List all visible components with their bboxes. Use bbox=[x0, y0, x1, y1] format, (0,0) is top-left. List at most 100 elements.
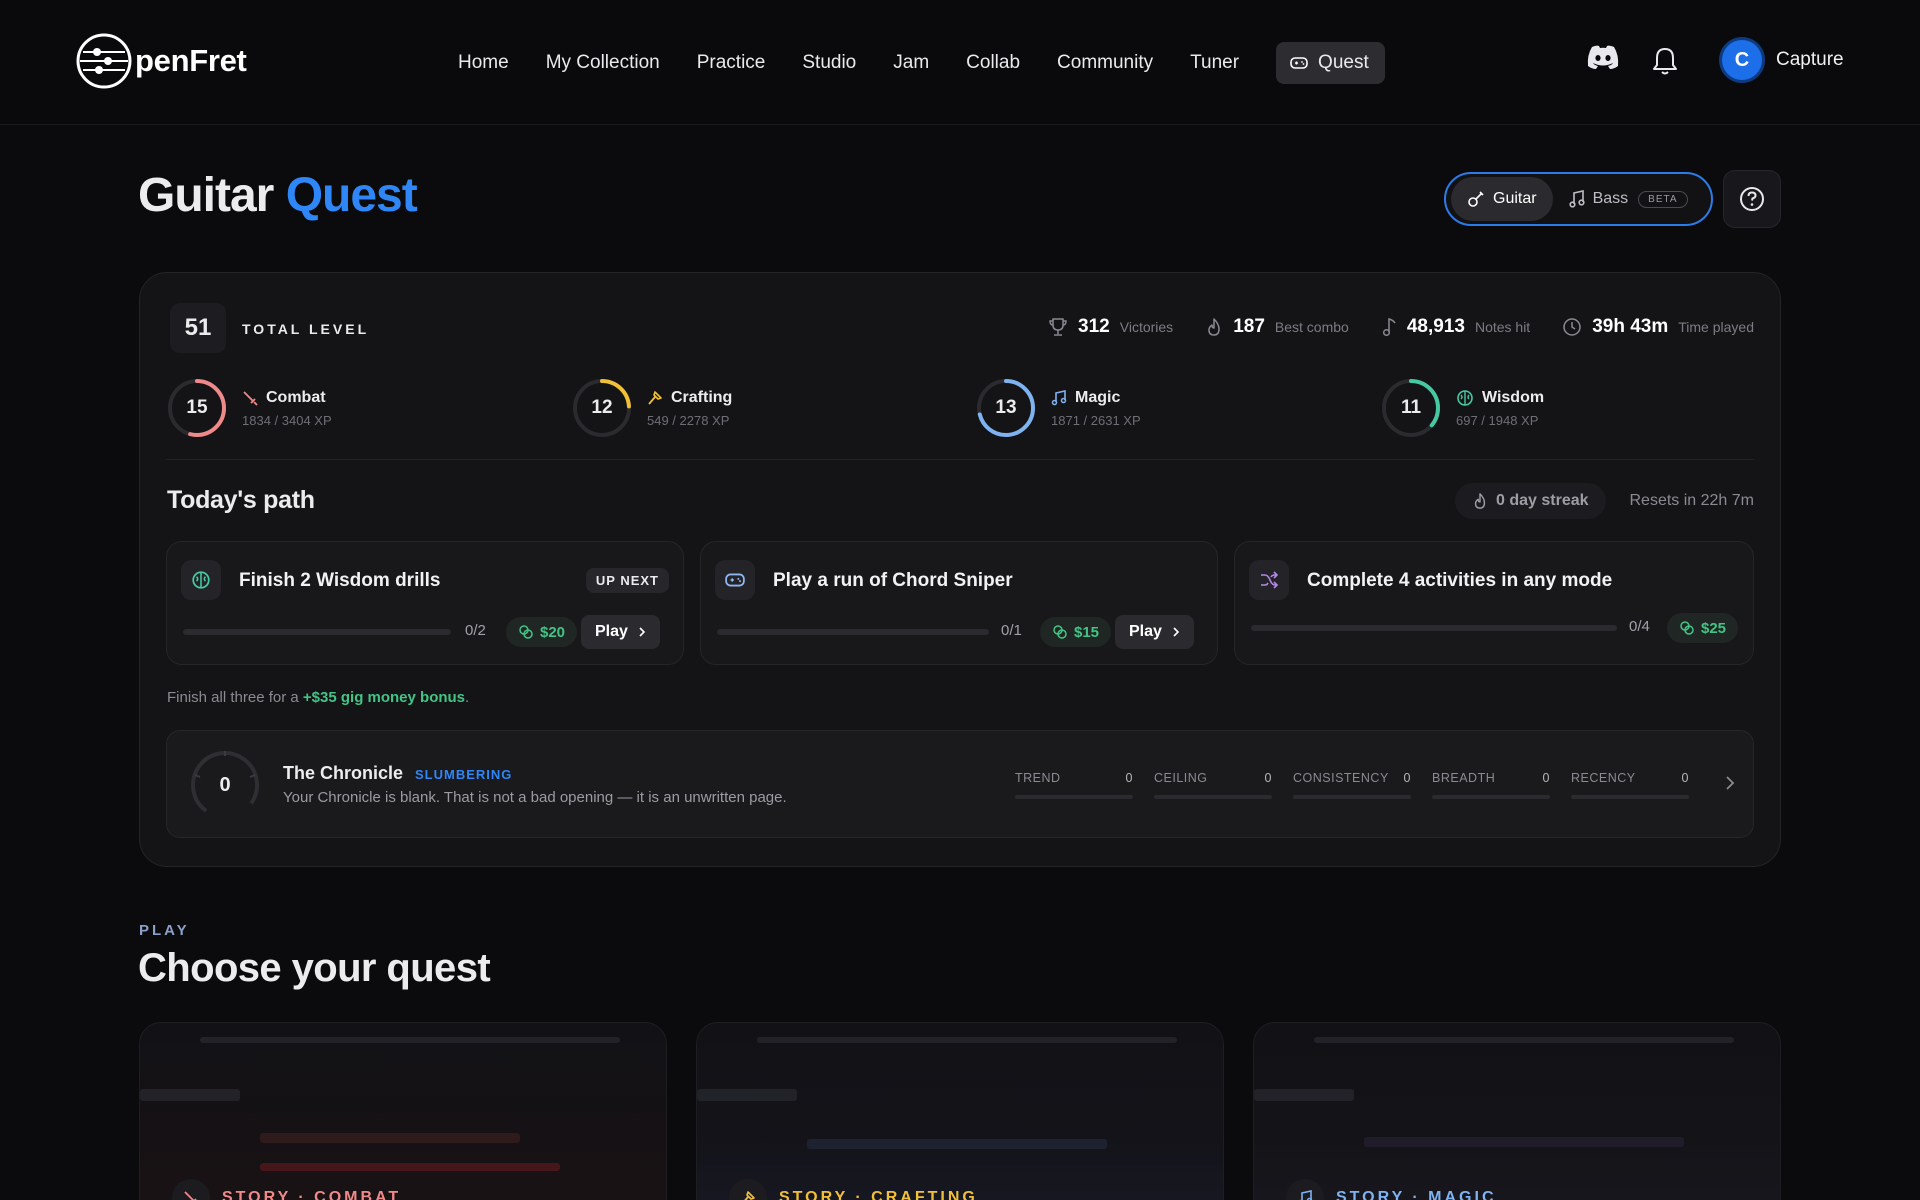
skill-level: 13 bbox=[995, 397, 1017, 418]
stat-victories: 312 Victories bbox=[1048, 316, 1173, 338]
divider bbox=[166, 459, 1754, 460]
stat-label: Time played bbox=[1678, 319, 1754, 335]
skill-name: Magic bbox=[1075, 388, 1121, 406]
task-reward: $25 bbox=[1667, 613, 1739, 643]
choose-quest-heading: Choose your quest bbox=[138, 946, 491, 990]
metric-label: RECENCY bbox=[1571, 771, 1636, 785]
instrument-switch: Guitar Bass BETA bbox=[1444, 172, 1713, 226]
play-button[interactable]: Play bbox=[581, 615, 660, 649]
chronicle-metric-ceiling: CEILING 0 bbox=[1154, 771, 1272, 799]
resets-timer: Resets in 22h 7m bbox=[1629, 492, 1754, 509]
instrument-guitar-button[interactable]: Guitar bbox=[1451, 177, 1553, 221]
nav-collab[interactable]: Collab bbox=[966, 42, 1020, 84]
sword-icon bbox=[172, 1179, 210, 1200]
nav-my-collection[interactable]: My Collection bbox=[546, 42, 660, 84]
music-note-icon bbox=[1051, 389, 1067, 405]
quest-card-label: STORY · COMBAT bbox=[172, 1179, 401, 1200]
bonus-note: Finish all three for a +$35 gig money bo… bbox=[167, 689, 469, 706]
nav-community[interactable]: Community bbox=[1057, 42, 1153, 84]
discord-icon[interactable] bbox=[1586, 44, 1620, 70]
nav-tuner[interactable]: Tuner bbox=[1190, 42, 1239, 84]
metric-label: CONSISTENCY bbox=[1293, 771, 1389, 785]
bonus-value: +$35 gig money bonus bbox=[302, 689, 466, 706]
skill-xp: 1834 / 3404 XP bbox=[242, 412, 332, 428]
quest-card-title: STORY · MAGIC bbox=[1336, 1189, 1497, 1200]
play-button-label: Play bbox=[1129, 623, 1162, 640]
chronicle-heading: The Chronicle SLUMBERING bbox=[283, 763, 512, 784]
hammer-icon bbox=[648, 390, 662, 405]
stat-label: Notes hit bbox=[1474, 319, 1531, 335]
task-card: Complete 4 activities in any mode 0/4 $2… bbox=[1234, 541, 1754, 665]
hammer-icon bbox=[729, 1179, 767, 1200]
task-icon bbox=[181, 560, 221, 600]
streak-text: 0 day streak bbox=[1496, 492, 1589, 509]
chronicle-card[interactable]: 0 The Chronicle SLUMBERING Your Chronicl… bbox=[166, 730, 1754, 838]
bonus-prefix: Finish all three for a bbox=[167, 689, 303, 706]
chronicle-metric-trend: TREND 0 bbox=[1015, 771, 1133, 799]
chronicle-status: SLUMBERING bbox=[415, 767, 513, 782]
skill-level: 12 bbox=[591, 397, 613, 418]
quest-card-label: STORY · MAGIC bbox=[1286, 1179, 1497, 1200]
skill-wisdom[interactable]: 11 Wisdom 697 / 1948 XP bbox=[1380, 377, 1544, 439]
instrument-bass-label: Bass bbox=[1592, 190, 1629, 207]
play-kicker: PLAY bbox=[139, 922, 190, 939]
metric-bar bbox=[1293, 795, 1411, 799]
up-next-badge: UP NEXT bbox=[585, 568, 669, 593]
task-reward-value: $15 bbox=[1074, 623, 1100, 641]
user-name: Capture bbox=[1776, 49, 1844, 70]
metric-value: 0 bbox=[1125, 771, 1133, 785]
stat-value: 39h 43m bbox=[1592, 316, 1669, 337]
skill-combat[interactable]: 15 Combat 1834 / 3404 XP bbox=[166, 377, 332, 439]
instrument-guitar-label: Guitar bbox=[1493, 190, 1537, 207]
task-card: Play a run of Chord Sniper 0/1 $15 Play bbox=[700, 541, 1218, 665]
chronicle-title: The Chronicle bbox=[283, 763, 404, 783]
stat-label: Best combo bbox=[1274, 319, 1349, 335]
task-progress-count: 0/4 bbox=[1629, 618, 1650, 635]
nav-home[interactable]: Home bbox=[458, 42, 509, 84]
nav-quest-label: Quest bbox=[1318, 52, 1369, 73]
page-title-accent: Quest bbox=[285, 169, 418, 222]
coins-icon bbox=[1053, 625, 1067, 639]
metric-value: 0 bbox=[1542, 771, 1550, 785]
openfret-logo[interactable]: penFret bbox=[75, 32, 247, 90]
task-reward-value: $20 bbox=[540, 623, 566, 641]
chronicle-metric-recency: RECENCY 0 bbox=[1571, 771, 1689, 799]
user-menu[interactable]: C Capture bbox=[1722, 40, 1844, 80]
skill-magic[interactable]: 13 Magic 1871 / 2631 XP bbox=[975, 377, 1141, 439]
help-icon bbox=[1740, 187, 1764, 211]
task-progress-count: 0/1 bbox=[1001, 622, 1022, 639]
brain-icon bbox=[1457, 389, 1473, 406]
task-progress-bar bbox=[1251, 625, 1617, 631]
stat-notes-hit: 48,913 Notes hit bbox=[1381, 316, 1530, 338]
skill-crafting[interactable]: 12 Crafting 549 / 2278 XP bbox=[571, 377, 732, 439]
music-note-icon bbox=[1286, 1179, 1324, 1200]
quest-card-combat[interactable]: STORY · COMBAT bbox=[139, 1022, 667, 1200]
total-level-value: 51 bbox=[170, 303, 226, 353]
skill-progress-ring: 13 bbox=[975, 377, 1037, 439]
play-button[interactable]: Play bbox=[1115, 615, 1194, 649]
task-reward: $15 bbox=[1040, 617, 1112, 647]
bell-icon[interactable] bbox=[1651, 46, 1679, 76]
skill-name: Wisdom bbox=[1482, 388, 1545, 406]
chevron-right-icon bbox=[1173, 627, 1180, 637]
nav-practice[interactable]: Practice bbox=[697, 42, 766, 84]
quest-card-crafting[interactable]: STORY · CRAFTING bbox=[696, 1022, 1224, 1200]
logo-mark-icon bbox=[76, 33, 132, 89]
quest-card-label: STORY · CRAFTING bbox=[729, 1179, 978, 1200]
chevron-right-icon[interactable] bbox=[1725, 775, 1735, 791]
task-icon bbox=[715, 560, 755, 600]
task-progress-bar bbox=[183, 629, 451, 635]
total-level-label: TOTAL LEVEL bbox=[242, 321, 370, 337]
nav-jam[interactable]: Jam bbox=[893, 42, 929, 84]
nav-studio[interactable]: Studio bbox=[802, 42, 856, 84]
metric-value: 0 bbox=[1681, 771, 1689, 785]
stats-row: 312 Victories 187 Best combo 48,913 Note… bbox=[1016, 316, 1754, 338]
chronicle-score-dial: 0 bbox=[187, 747, 263, 823]
quest-card-magic[interactable]: STORY · MAGIC bbox=[1253, 1022, 1781, 1200]
flame-icon bbox=[1474, 493, 1486, 509]
metric-bar bbox=[1015, 795, 1133, 799]
metric-bar bbox=[1571, 795, 1689, 799]
help-button[interactable] bbox=[1723, 170, 1781, 228]
nav-quest[interactable]: Quest bbox=[1276, 42, 1385, 84]
instrument-bass-button[interactable]: Bass BETA bbox=[1553, 177, 1704, 221]
